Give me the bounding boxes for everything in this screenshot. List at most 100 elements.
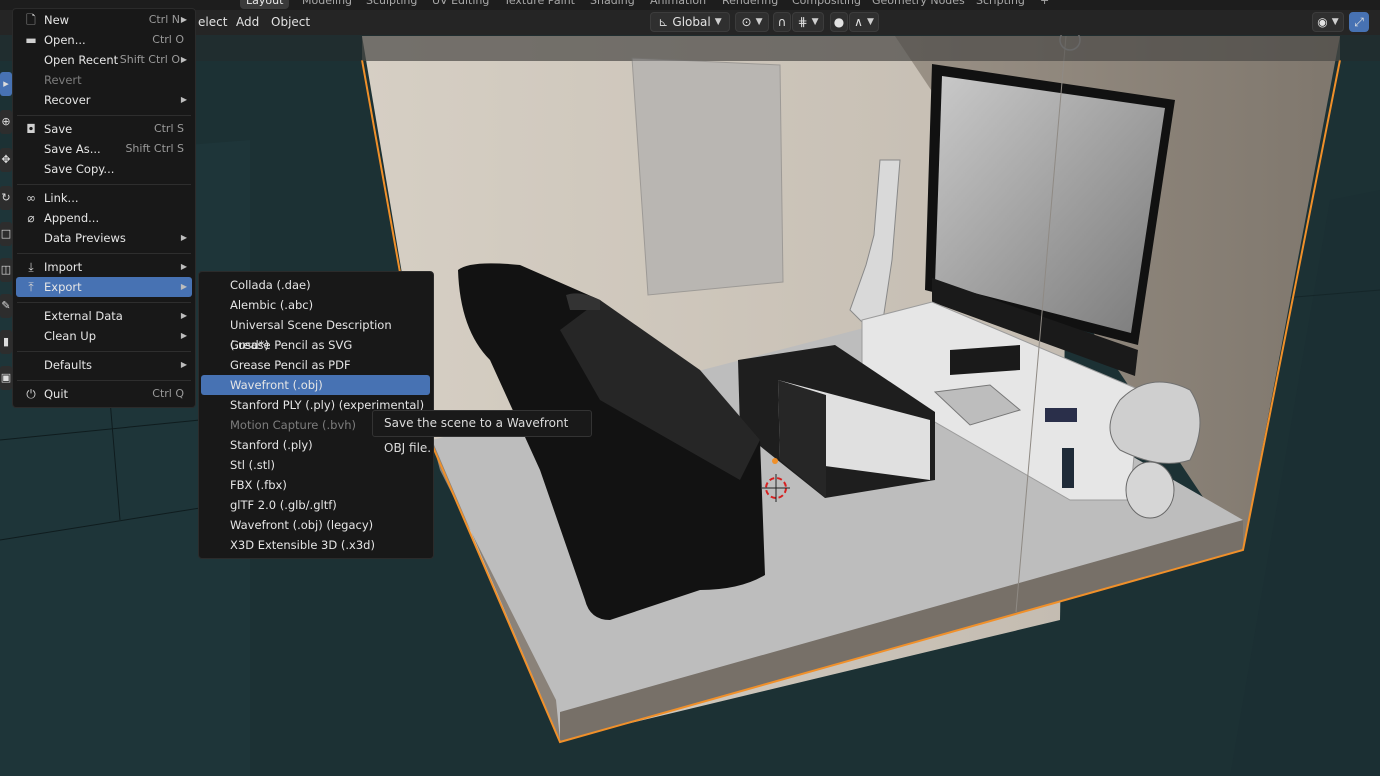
proportional-falloff-dropdown[interactable]: ∧ ▼ [849,12,879,32]
menu-item-label: Grease Pencil as SVG [230,338,353,352]
menu-item-link[interactable]: ∞ Link... [16,188,192,208]
menu-item-new[interactable]: 🗋 New Ctrl N ▶ [16,10,192,30]
tab-texture-paint[interactable]: Texture Paint [498,0,581,9]
pivot-point-dropdown[interactable]: ⊙ ▼ [735,12,769,32]
add-cube-tool-icon[interactable]: ▣ [0,366,12,390]
annotate-tool-icon[interactable]: ✎ [0,294,12,318]
submenu-arrow-icon: ▶ [180,233,187,242]
export-wavefront-obj[interactable]: Wavefront (.obj) [201,375,430,395]
tab-scripting[interactable]: Scripting [970,0,1031,9]
snap-toggle[interactable]: ∩ [773,12,791,32]
tab-animation[interactable]: Animation [644,0,712,9]
menu-item-label: Save [44,122,73,136]
transform-tool-icon[interactable]: ◫ [0,258,12,282]
folder-icon: ▬ [25,33,37,47]
menu-item-save-as[interactable]: Save As... Shift Ctrl S [16,139,192,159]
chevron-down-icon: ▼ [1331,17,1339,27]
export-grease-pencil-pdf[interactable]: Grease Pencil as PDF [201,355,430,375]
tab-layout[interactable]: Layout [240,0,290,9]
menu-item-defaults[interactable]: Defaults ▶ [16,355,192,375]
gizmo-toggle[interactable]: ⤢ [1349,12,1369,32]
submenu-arrow-icon: ▶ [180,331,187,340]
rotate-tool-icon[interactable]: ↻ [0,186,12,210]
link-icon: ∞ [26,191,36,205]
cursor-tool-icon[interactable]: ⊕ [0,110,12,134]
menu-item-external-data[interactable]: External Data ▶ [16,306,192,326]
export-icon: ⤒ [28,280,34,294]
menu-item-label: Recover [44,93,91,107]
menu-item-label: FBX (.fbx) [230,478,287,492]
quit-icon: ⏻ [26,387,36,401]
submenu-arrow-icon: ▶ [180,262,187,271]
workspace-tabs-bar: Layout Modeling Sculpting UV Editing Tex… [0,0,1380,10]
menu-item-recover[interactable]: Recover ▶ [16,90,192,110]
menu-item-label: Append... [44,211,100,225]
menu-item-revert: Revert [16,70,192,90]
tab-shading[interactable]: Shading [584,0,641,9]
menu-item-label: Wavefront (.obj) [230,378,323,392]
menu-item-label: Wavefront (.obj) (legacy) [230,518,374,532]
menu-object[interactable]: Object [271,15,310,29]
gizmo-icon: ⤢ [1354,14,1364,29]
tab-rendering[interactable]: Rendering [716,0,784,9]
save-icon: ◘ [26,122,36,136]
export-usd[interactable]: Universal Scene Description (.usd*) [201,315,430,352]
menu-item-clean-up[interactable]: Clean Up ▶ [16,326,192,346]
menu-item-export[interactable]: ⤒ Export ▶ [16,277,192,297]
chevron-down-icon: ▼ [866,17,874,27]
export-wavefront-obj-legacy[interactable]: Wavefront (.obj) (legacy) [201,515,430,535]
menu-item-save-copy[interactable]: Save Copy... [16,159,192,179]
menu-item-label: Stl (.stl) [230,458,275,472]
menu-select[interactable]: elect [198,15,227,29]
export-fbx[interactable]: FBX (.fbx) [201,475,430,495]
transform-orientation-dropdown[interactable]: ⊾ Global ▼ [650,12,730,32]
menu-item-save[interactable]: ◘ Save Ctrl S [16,119,192,139]
export-x3d[interactable]: X3D Extensible 3D (.x3d) [201,535,430,555]
snap-magnet-icon: ∩ [777,15,787,29]
viewport-tool-settings-strip [0,35,1380,61]
snap-target-dropdown[interactable]: ⋕ ▼ [792,12,824,32]
measure-tool-icon[interactable]: ▮ [0,330,12,354]
tab-uv-editing[interactable]: UV Editing [426,0,495,9]
menu-item-label: Grease Pencil as PDF [230,358,351,372]
export-alembic[interactable]: Alembic (.abc) [201,295,430,315]
menu-item-label: New [44,13,70,27]
shortcut-label: Ctrl S [153,122,184,135]
menu-item-label: Import [44,260,83,274]
menu-separator [17,115,191,116]
tab-add-workspace[interactable]: + [1034,0,1055,9]
menu-item-quit[interactable]: ⏻ Quit Ctrl Q [16,384,192,404]
menu-item-label: Stanford (.ply) [230,438,313,452]
file-menu: 🗋 New Ctrl N ▶ ▬ Open... Ctrl O Open Rec… [12,8,196,408]
chevron-down-icon: ▼ [811,17,819,27]
menu-item-open[interactable]: ▬ Open... Ctrl O [16,30,192,50]
visibility-dropdown[interactable]: ◉ ▼ [1312,12,1344,32]
menu-item-append[interactable]: ⌀ Append... [16,208,192,228]
export-gltf[interactable]: glTF 2.0 (.glb/.gltf) [201,495,430,515]
menu-item-open-recent[interactable]: Open Recent Shift Ctrl O ▶ [16,50,192,70]
export-grease-pencil-svg[interactable]: Grease Pencil as SVG [201,335,430,355]
menu-item-import[interactable]: ⤓ Import ▶ [16,257,192,277]
menu-item-label: Export [44,280,82,294]
menu-separator [17,253,191,254]
tab-sculpting[interactable]: Sculpting [360,0,423,9]
eye-icon: ◉ [1317,15,1328,29]
proportional-edit-icon: ● [833,15,845,29]
menu-item-data-previews[interactable]: Data Previews ▶ [16,228,192,248]
export-collada[interactable]: Collada (.dae) [201,275,430,295]
shortcut-label: Shift Ctrl O [119,53,180,66]
tab-modeling[interactable]: Modeling [296,0,358,9]
scale-tool-icon[interactable]: □ [0,222,12,246]
snap-increment-icon: ⋕ [797,15,808,29]
tab-geometry-nodes[interactable]: Geometry Nodes [866,0,971,9]
menu-add[interactable]: Add [236,15,259,29]
menu-item-label: Defaults [44,358,93,372]
menu-item-label: X3D Extensible 3D (.x3d) [230,538,375,552]
tab-compositing[interactable]: Compositing [786,0,867,9]
move-tool-icon[interactable]: ✥ [0,148,12,172]
select-tool-icon[interactable]: ▸ [0,72,12,96]
shortcut-label: Shift Ctrl S [125,142,184,155]
proportional-edit-toggle[interactable]: ● [830,12,848,32]
submenu-arrow-icon: ▶ [180,311,187,320]
new-file-icon: 🗋 [26,13,36,27]
